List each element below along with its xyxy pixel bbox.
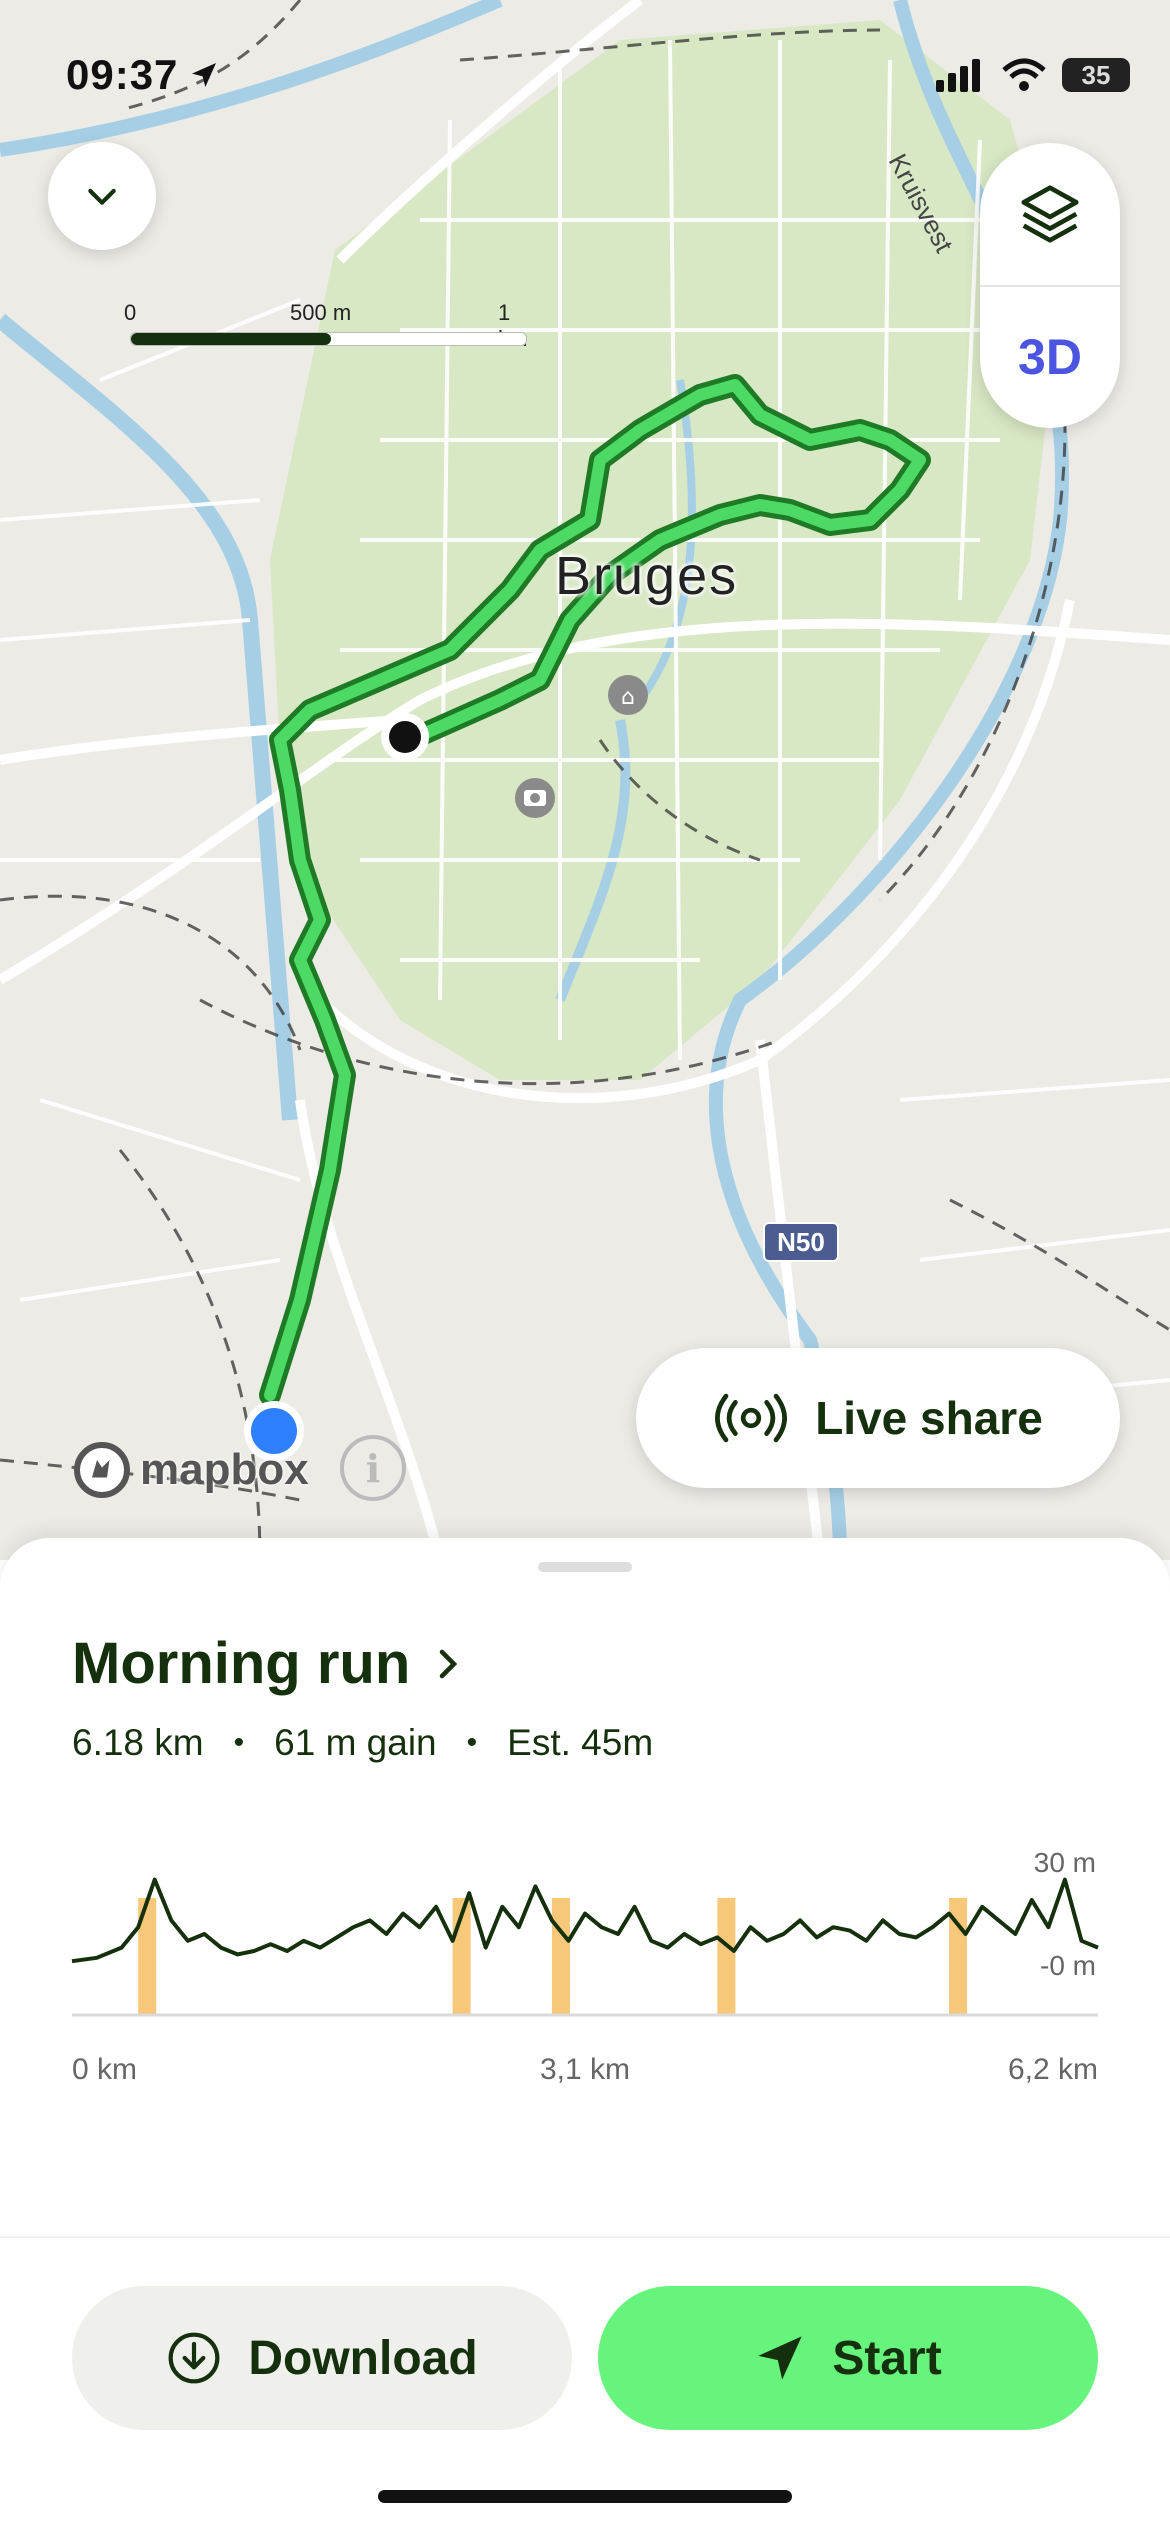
scale-zero-label: 0 — [124, 300, 137, 325]
chevron-down-icon — [88, 188, 116, 205]
download-icon — [168, 2332, 220, 2384]
chevron-right-icon — [440, 1649, 458, 1678]
scale-mid-label: 500 m — [290, 300, 352, 325]
broadcast-icon — [715, 1393, 788, 1443]
collapse-button[interactable] — [48, 142, 156, 250]
x-tick-start: 0 km — [72, 2053, 138, 2086]
route-elevation-gain: 61 m gain — [274, 1722, 437, 1763]
scale-bar: 0 500 m 1 km — [124, 300, 530, 351]
live-share-label: Live share — [815, 1392, 1043, 1444]
map-view[interactable]: ⌂ Kruisvest 09:37 35 0 500 m 1 3D Bruges… — [0, 0, 1170, 1560]
elevation-line — [71, 1877, 1099, 1964]
status-icons: 35 — [934, 58, 1130, 92]
info-icon[interactable]: i — [340, 1435, 406, 1501]
svg-text:⌂: ⌂ — [621, 685, 635, 710]
mapbox-attribution[interactable]: mapbox — [72, 1440, 309, 1500]
3d-toggle-button[interactable]: 3D — [980, 287, 1120, 427]
clock: 09:37 — [66, 51, 179, 98]
action-bar: Download Start — [0, 2236, 1170, 2534]
sheet-handle[interactable] — [538, 1562, 632, 1572]
route-title-link[interactable]: Morning run — [72, 1630, 462, 1697]
stat-separator: • — [233, 1726, 245, 1759]
wifi-icon — [1002, 58, 1046, 91]
route-estimate: Est. 45m — [507, 1722, 654, 1763]
climb-segment — [551, 1898, 570, 2015]
mapbox-wordmark: mapbox — [140, 1445, 309, 1494]
battery-indicator: 35 — [1062, 58, 1130, 92]
start-button[interactable]: Start — [598, 2286, 1098, 2430]
mapbox-logo-icon — [74, 1442, 130, 1498]
y-tick-top: 30 m — [1034, 1847, 1096, 1878]
scale-track — [130, 332, 527, 346]
signal-icon — [936, 59, 980, 92]
climb-segment — [717, 1898, 736, 2015]
route-title: Morning run — [72, 1631, 411, 1696]
status-time: 09:37 — [66, 51, 220, 99]
map-controls: 3D — [980, 143, 1120, 428]
layers-icon — [1021, 185, 1079, 243]
y-tick-bottom: -0 m — [1040, 1950, 1096, 1981]
navigation-arrow-icon — [758, 2336, 802, 2380]
live-share-button[interactable]: Live share — [636, 1348, 1120, 1488]
route-distance: 6.18 km — [72, 1722, 204, 1763]
road-shield: N50 — [763, 1222, 839, 1262]
download-label: Download — [248, 2331, 478, 2385]
status-bar: 09:37 35 — [66, 50, 1130, 100]
download-button[interactable]: Download — [72, 2286, 572, 2430]
start-label: Start — [832, 2331, 942, 2385]
canal-left — [0, 313, 298, 1121]
x-tick-mid: 3,1 km — [540, 2053, 631, 2086]
home-indicator — [378, 2490, 792, 2503]
layers-button[interactable] — [980, 143, 1120, 287]
route-stats: 6.18 km • 61 m gain • Est. 45m — [72, 1722, 653, 1764]
city-label: Bruges — [555, 546, 739, 606]
climb-segments — [138, 1898, 968, 2015]
location-arrow-icon — [192, 63, 217, 87]
stat-separator: • — [466, 1726, 478, 1759]
elevation-chart: 30 m -0 m — [71, 1847, 1099, 2017]
x-tick-end: 6,2 km — [1007, 2053, 1098, 2086]
